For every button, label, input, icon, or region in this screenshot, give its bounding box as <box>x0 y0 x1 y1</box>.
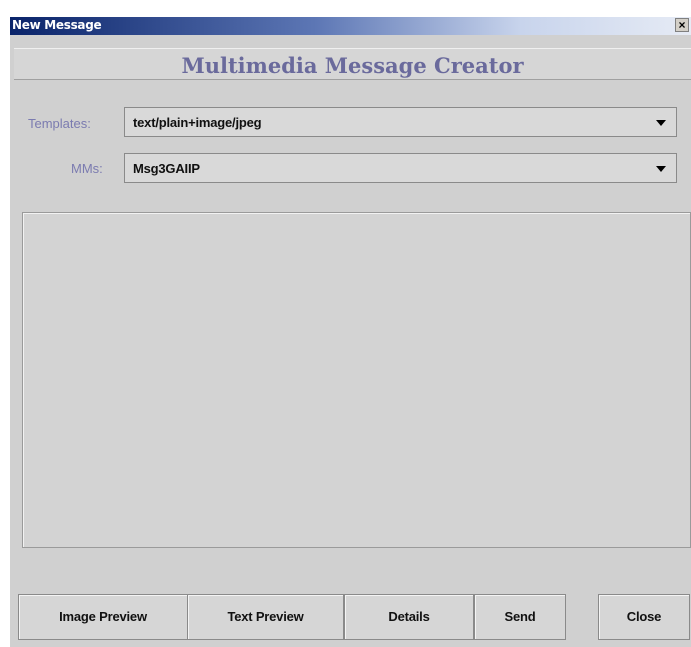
window-title: New Message <box>12 18 102 32</box>
mms-selected-value: Msg3GAIIP <box>133 161 200 176</box>
header-panel: Multimedia Message Creator <box>14 48 691 80</box>
image-preview-button[interactable]: Image Preview <box>18 594 188 640</box>
templates-selected-value: text/plain+image/jpeg <box>133 115 262 130</box>
templates-dropdown[interactable]: text/plain+image/jpeg <box>124 107 677 137</box>
app-title: Multimedia Message Creator <box>181 53 524 78</box>
details-button[interactable]: Details <box>344 594 474 640</box>
send-button[interactable]: Send <box>474 594 566 640</box>
mms-dropdown[interactable]: Msg3GAIIP <box>124 153 677 183</box>
mms-label: MMs: <box>71 161 103 176</box>
close-window-icon[interactable]: × <box>675 18 689 32</box>
chevron-down-icon[interactable] <box>656 120 666 126</box>
title-bar[interactable]: New Message × <box>10 17 691 35</box>
message-content-area[interactable] <box>22 212 691 548</box>
new-message-window: New Message × Multimedia Message Creator… <box>10 17 691 647</box>
text-preview-button[interactable]: Text Preview <box>187 594 344 640</box>
close-button[interactable]: Close <box>598 594 690 640</box>
chevron-down-icon[interactable] <box>656 166 666 172</box>
templates-label: Templates: <box>28 116 91 131</box>
